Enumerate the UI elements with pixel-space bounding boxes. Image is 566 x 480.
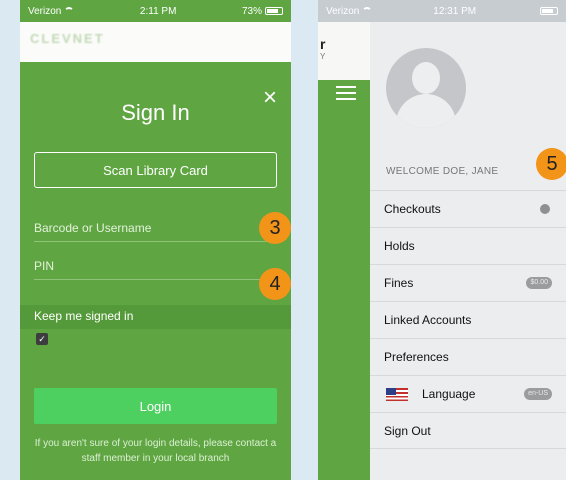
app-header: CLEVNET [20, 22, 291, 62]
side-menu: WELCOME DOE, JANE Checkouts Holds Fines … [370, 22, 566, 480]
us-flag-icon [386, 387, 408, 401]
language-code-badge: en-US [524, 388, 552, 400]
wifi-icon [64, 7, 75, 15]
app-logo-sub: Y [320, 52, 326, 61]
status-bar: Verizon 12:31 PM [318, 0, 566, 22]
status-bar: Verizon 2:11 PM 73% [20, 0, 291, 22]
menu-item-label: Fines [384, 276, 414, 290]
menu-item-fines[interactable]: Fines $0.00 [370, 264, 566, 301]
menu-item-label: Linked Accounts [384, 313, 472, 327]
battery-icon [539, 7, 558, 15]
status-dot-icon [540, 204, 550, 214]
menu-item-label: Preferences [384, 350, 449, 364]
callout-badge-5: 5 [536, 148, 566, 180]
sign-in-screen: Verizon 2:11 PM 73% CLEVNET × Sign In Sc… [20, 0, 291, 480]
menu-item-preferences[interactable]: Preferences [370, 338, 566, 375]
scan-library-card-button[interactable]: Scan Library Card [34, 152, 277, 188]
menu-item-label: Checkouts [384, 202, 441, 216]
avatar [386, 48, 466, 128]
keep-signed-in-label: Keep me signed in [34, 309, 134, 323]
app-logo: r [320, 36, 326, 52]
menu-item-sign-out[interactable]: Sign Out [370, 412, 566, 449]
account-menu-screen: Verizon 12:31 PM r Y WELCOME DOE, JANE C… [318, 0, 566, 480]
menu-item-checkouts[interactable]: Checkouts [370, 190, 566, 227]
menu-item-language[interactable]: Language en-US [370, 375, 566, 412]
page-title: Sign In [121, 100, 190, 125]
battery-icon [265, 7, 283, 15]
welcome-text: WELCOME DOE, JANE [386, 166, 499, 177]
menu-item-holds[interactable]: Holds [370, 227, 566, 264]
menu-item-label: Sign Out [384, 423, 431, 438]
background-panel [318, 80, 370, 480]
menu-item-label: Language [422, 387, 476, 401]
battery [537, 7, 558, 15]
clock: 12:31 PM [433, 5, 477, 17]
fines-amount-badge: $0.00 [526, 277, 552, 289]
app-logo: CLEVNET [30, 31, 105, 46]
clock: 2:11 PM [139, 5, 177, 17]
pin-input[interactable]: PIN [34, 252, 277, 280]
background-header: r Y [318, 22, 370, 80]
menu-item-linked-accounts[interactable]: Linked Accounts [370, 301, 566, 338]
login-button[interactable]: Login [34, 388, 277, 424]
carrier: Verizon [326, 6, 373, 17]
login-help-text: If you aren't sure of your login details… [34, 438, 277, 464]
menu-item-label: Holds [384, 239, 415, 253]
hamburger-menu-icon[interactable] [336, 86, 356, 104]
barcode-input[interactable]: Barcode or Username [34, 214, 277, 242]
callout-badge-4: 4 [259, 268, 291, 300]
carrier: Verizon [28, 6, 75, 17]
keep-signed-in-checkbox[interactable]: ✓ [36, 333, 48, 345]
wifi-icon [362, 7, 373, 15]
callout-badge-3: 3 [259, 212, 291, 244]
menu-list: Checkouts Holds Fines $0.00 Linked Accou… [370, 190, 566, 449]
battery: 73% [242, 6, 283, 17]
